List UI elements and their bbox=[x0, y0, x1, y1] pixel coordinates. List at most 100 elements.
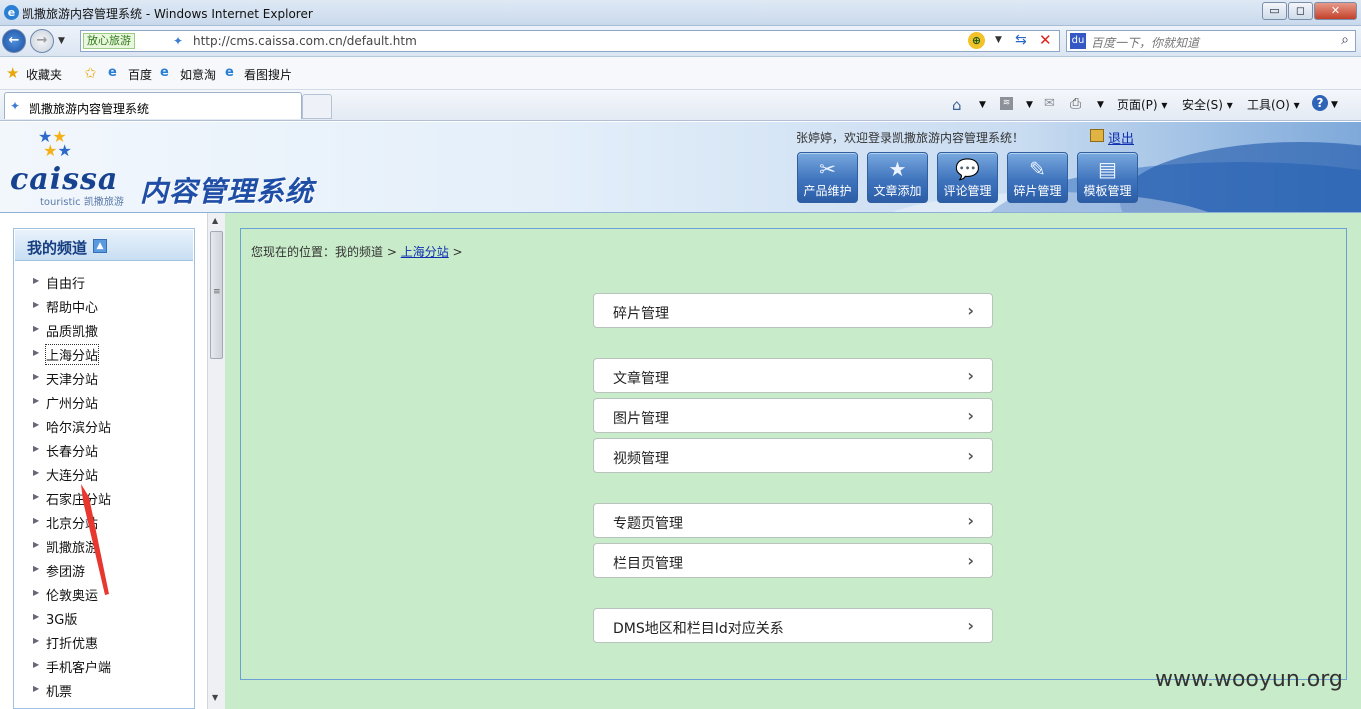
chevron-right-icon: › bbox=[967, 366, 974, 385]
feeds-dropdown-icon[interactable]: ▼ bbox=[1026, 100, 1033, 110]
tools-menu[interactable]: 工具(O) ▾ bbox=[1247, 96, 1300, 113]
sidebar-item-label[interactable]: 打折优惠 bbox=[46, 633, 98, 652]
sidebar-item-label[interactable]: 哈尔滨分站 bbox=[46, 417, 111, 436]
fragment-management-button[interactable]: 碎片管理 › bbox=[593, 293, 993, 328]
video-management-button[interactable]: 视频管理 › bbox=[593, 438, 993, 473]
sidebar-item[interactable]: ▶ 广州分站 bbox=[14, 389, 194, 413]
bullet-arrow-icon: ▶ bbox=[33, 684, 40, 693]
close-button[interactable]: ✕ bbox=[1314, 2, 1357, 20]
sidebar-item[interactable]: ▶ 大连分站 bbox=[14, 461, 194, 485]
toolbar-fragment-management-button[interactable]: ✎ 碎片管理 bbox=[1007, 152, 1068, 203]
sidebar-item-label[interactable]: 大连分站 bbox=[46, 465, 98, 484]
maximize-button[interactable]: ◻ bbox=[1288, 2, 1313, 20]
toolbar-add-article-button[interactable]: ★ 文章添加 bbox=[867, 152, 928, 203]
topic-page-management-button[interactable]: 专题页管理 › bbox=[593, 503, 993, 538]
sidebar-item[interactable]: ▶ 凯撒旅游 bbox=[14, 533, 194, 557]
sidebar-item[interactable]: ▶ 北京分站 bbox=[14, 509, 194, 533]
collapse-icon[interactable]: ▲ bbox=[93, 239, 107, 253]
bullet-arrow-icon: ▶ bbox=[33, 516, 40, 525]
sidebar-item[interactable]: ▶ 石家庄分站 bbox=[14, 485, 194, 509]
home-icon[interactable]: ⌂ bbox=[952, 96, 962, 114]
toolbar-comment-management-button[interactable]: 💬 评论管理 bbox=[937, 152, 998, 203]
sidebar-item-label[interactable]: 品质凯撒 bbox=[46, 321, 98, 340]
sidebar-item-label[interactable]: 参团游 bbox=[46, 561, 85, 580]
site-favicon-icon: ✦ bbox=[173, 34, 184, 48]
sidebar-item-label[interactable]: 北京分站 bbox=[46, 513, 98, 532]
stop-icon[interactable]: ✕ bbox=[1039, 31, 1052, 49]
caissa-logo-subtitle: touristic 凯撒旅游 bbox=[40, 197, 124, 208]
sidebar-item-label[interactable]: 帮助中心 bbox=[46, 297, 98, 316]
home-dropdown-icon[interactable]: ▼ bbox=[979, 100, 986, 110]
sidebar-scrollbar[interactable]: ▲ ≡ ▼ bbox=[207, 213, 225, 709]
sidebar-item[interactable]: ▶ 打折优惠 bbox=[14, 629, 194, 653]
sidebar-item-label[interactable]: 伦敦奥运 bbox=[46, 585, 98, 604]
sidebar-item-label[interactable]: 长春分站 bbox=[46, 441, 98, 460]
sidebar-item-label[interactable]: 凯撒旅游 bbox=[46, 537, 98, 556]
sidebar-item[interactable]: ▶ 哈尔滨分站 bbox=[14, 413, 194, 437]
image-management-button[interactable]: 图片管理 › bbox=[593, 398, 993, 433]
page-menu[interactable]: 页面(P) ▾ bbox=[1117, 96, 1167, 113]
sidebar-item-label[interactable]: 3G版 bbox=[46, 609, 77, 628]
scrollbar-thumb[interactable]: ≡ bbox=[210, 231, 223, 359]
fav-link-baidu[interactable]: 百度 bbox=[128, 66, 152, 83]
forward-button[interactable]: → bbox=[30, 29, 54, 53]
mail-icon[interactable]: ✉ bbox=[1044, 96, 1055, 111]
compat-view-icon[interactable]: ⊕ bbox=[968, 32, 985, 49]
sidebar-item[interactable]: ▶ 天津分站 bbox=[14, 365, 194, 389]
help-dropdown-icon[interactable]: ▼ bbox=[1331, 100, 1338, 110]
sidebar-item[interactable]: ▶ 3G版 bbox=[14, 605, 194, 629]
sidebar-item[interactable]: ▶ 长春分站 bbox=[14, 437, 194, 461]
sidebar-item-label[interactable]: 自由行 bbox=[46, 273, 85, 292]
sidebar-item-label[interactable]: 石家庄分站 bbox=[46, 489, 111, 508]
dms-region-mapping-button[interactable]: DMS地区和栏目Id对应关系 › bbox=[593, 608, 993, 643]
help-icon[interactable]: ? bbox=[1312, 95, 1328, 111]
sidebar-item[interactable]: ▶ 品质凯撒 bbox=[14, 317, 194, 341]
column-page-management-button[interactable]: 栏目页管理 › bbox=[593, 543, 993, 578]
toolbar-product-maintenance-button[interactable]: ✂ 产品维护 bbox=[797, 152, 858, 203]
fav-link-ruyitao[interactable]: 如意淘 bbox=[180, 66, 216, 83]
search-box[interactable]: du 百度一下，你就知道 ⌕ bbox=[1066, 30, 1356, 52]
logout-link[interactable]: 退出 bbox=[1108, 128, 1134, 147]
print-icon[interactable]: ⎙ bbox=[1070, 96, 1081, 112]
address-dropdown-icon[interactable]: ▼ bbox=[995, 35, 1002, 45]
refresh-icon[interactable]: ⇆ bbox=[1015, 32, 1027, 48]
sidebar-item[interactable]: ▶ 参团游 bbox=[14, 557, 194, 581]
sidebar-item[interactable]: ▶ 上海分站 bbox=[14, 341, 194, 365]
ie-page-icon: e bbox=[225, 65, 234, 80]
menu-button-label: DMS地区和栏目Id对应关系 bbox=[613, 621, 784, 637]
add-favorite-icon[interactable]: ✩ bbox=[84, 64, 97, 82]
back-button[interactable]: ← bbox=[2, 29, 26, 53]
tab-cms[interactable]: ✦ 凯撒旅游内容管理系统 bbox=[4, 92, 302, 119]
sidebar-item[interactable]: ▶ 自由行 bbox=[14, 269, 194, 293]
breadcrumb-link-shanghai[interactable]: 上海分站 bbox=[401, 245, 449, 259]
sidebar-item[interactable]: ▶ 机票 bbox=[14, 677, 194, 701]
print-dropdown-icon[interactable]: ▼ bbox=[1097, 100, 1104, 110]
ie-page-icon: e bbox=[108, 65, 117, 80]
feeds-icon[interactable]: ≋ bbox=[1000, 97, 1013, 110]
sidebar-item[interactable]: ▶ 伦敦奥运 bbox=[14, 581, 194, 605]
sidebar-item-label[interactable]: 手机客户端 bbox=[46, 657, 111, 676]
scroll-up-icon[interactable]: ▲ bbox=[212, 216, 218, 225]
safe-travel-badge[interactable]: 放心旅游 bbox=[83, 33, 135, 49]
address-field[interactable]: 放心旅游 ✦ http://cms.caissa.com.cn/default.… bbox=[80, 30, 1060, 52]
safety-menu[interactable]: 安全(S) ▾ bbox=[1182, 96, 1233, 113]
sidebar-item[interactable]: ▶ 帮助中心 bbox=[14, 293, 194, 317]
address-url[interactable]: http://cms.caissa.com.cn/default.htm bbox=[193, 34, 417, 48]
sidebar-item-label[interactable]: 广州分站 bbox=[46, 393, 98, 412]
cms-header: ★★ ★★ caissa touristic 凯撒旅游 内容管理系统 张婷婷，欢… bbox=[0, 122, 1361, 213]
favorites-button[interactable]: 收藏夹 bbox=[26, 66, 62, 83]
history-dropdown-icon[interactable]: ▼ bbox=[58, 36, 65, 46]
fav-link-kantusoupian[interactable]: 看图搜片 bbox=[244, 66, 292, 83]
sidebar-item-label[interactable]: 天津分站 bbox=[46, 369, 98, 388]
new-tab-button[interactable] bbox=[302, 94, 332, 119]
minimize-button[interactable]: ▭ bbox=[1262, 2, 1287, 20]
scroll-down-icon[interactable]: ▼ bbox=[212, 693, 218, 702]
sidebar-item[interactable]: ▶ 手机客户端 bbox=[14, 653, 194, 677]
toolbar-template-management-button[interactable]: ▤ 模板管理 bbox=[1077, 152, 1138, 203]
search-icon[interactable]: ⌕ bbox=[1341, 32, 1349, 48]
sidebar-item-label[interactable]: 机票 bbox=[46, 681, 72, 700]
article-management-button[interactable]: 文章管理 › bbox=[593, 358, 993, 393]
logout-icon[interactable] bbox=[1090, 129, 1104, 142]
channel-panel-title: 我的频道 bbox=[27, 239, 88, 257]
sidebar-item-label[interactable]: 上海分站 bbox=[44, 344, 100, 365]
